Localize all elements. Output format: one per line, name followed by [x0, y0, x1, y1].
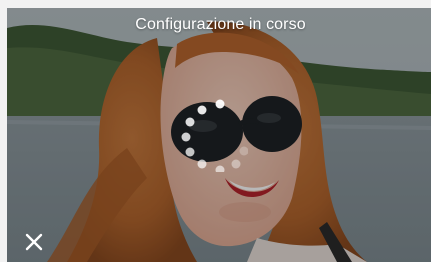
close-button[interactable] — [20, 228, 48, 256]
close-icon — [25, 233, 43, 251]
loading-spinner-icon — [181, 99, 248, 172]
setup-screen: Configurazione in corso — [0, 0, 431, 262]
status-title: Configurazione in corso — [135, 16, 306, 33]
